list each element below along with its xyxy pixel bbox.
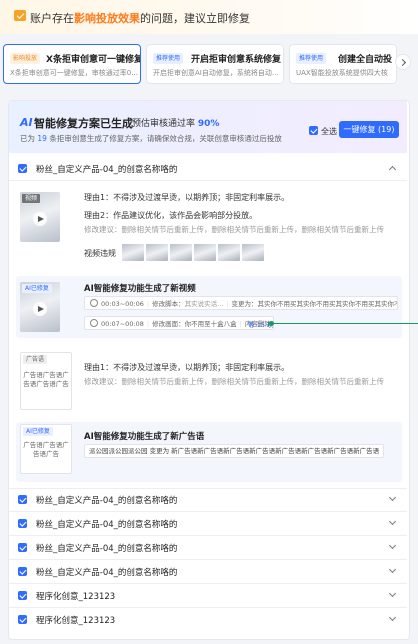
warning-check-icon: [14, 10, 26, 21]
card-desc: 开启拒审创意AI自动修复，系统将自动...: [153, 69, 279, 77]
section-title: 程序化创意_123123: [36, 592, 116, 602]
video-badge: 视频: [22, 194, 41, 203]
divider: [9, 180, 407, 181]
chevron-down-icon[interactable]: [388, 565, 397, 574]
card-one-click-fix[interactable]: 影响投放 X条拒审创意可一键修复 X条拒审创意可一键修复，审核通过率0...: [3, 44, 141, 84]
creative-section-header[interactable]: 粉丝_自定义产品-04_的创意名称咯的: [9, 488, 407, 510]
one-click-fix-button[interactable]: 一键修复 (19): [339, 121, 399, 138]
video-frame[interactable]: [146, 244, 168, 261]
video-frame[interactable]: [242, 244, 264, 261]
card-system-fix[interactable]: 推荐使用 开启拒审创意系统修复 开启拒审创意AI自动修复，系统将自动...: [146, 44, 284, 84]
card-tag: 推荐使用: [153, 53, 184, 64]
reason-2: 理由2：作品建议优化，该作品会影响部分投放。: [84, 211, 258, 220]
section-checkbox[interactable]: [18, 567, 27, 576]
section-title: 程序化创意_123123: [36, 616, 116, 626]
chevron-down-icon[interactable]: [388, 541, 397, 550]
section-title: 粉丝_自定义产品-04_的创意名称咯的: [36, 165, 178, 175]
play-icon[interactable]: [33, 302, 47, 316]
clock-icon: [90, 299, 98, 307]
creative-section-header[interactable]: 程序化创意_123123: [9, 608, 407, 630]
ai-copy-fix: AI智能修复功能生成了新广告语 派公园派公园派公园 变更为 新广告语新广告语新广…: [16, 422, 402, 482]
video-frame[interactable]: [194, 244, 216, 261]
card-tag: 影响投放: [10, 53, 41, 64]
chevron-down-icon[interactable]: [388, 517, 397, 526]
card-auto-launch[interactable]: 推荐使用 创建全自动投 UAX智能投放系统提供四大核: [289, 44, 397, 84]
select-all-checkbox[interactable]: [309, 126, 318, 135]
section-checkbox[interactable]: [18, 519, 27, 528]
ai-adcopy-thumbnail[interactable]: AI已修复 广告语广告语广告语广告: [20, 424, 72, 474]
select-all-label: 全选: [321, 127, 337, 136]
clock-icon: [90, 319, 98, 327]
banner-text: 账户存在影响投放效果的问题，建议立即修复: [30, 12, 250, 25]
card-tag: 推荐使用: [296, 53, 327, 64]
video-thumbnail[interactable]: 视频: [20, 192, 60, 242]
section-checkbox[interactable]: [18, 615, 27, 624]
creative-section-header[interactable]: 粉丝_自定义产品-04_的创意名称咯的: [9, 512, 407, 534]
chevron-down-icon[interactable]: [388, 493, 397, 502]
section-title: 粉丝_自定义产品-04_的创意名称咯的: [36, 544, 178, 554]
card-title: 创建全自动投: [338, 55, 393, 65]
creative-section-header[interactable]: 程序化创意_123123: [9, 584, 407, 606]
ai-logo-icon: AI: [20, 116, 33, 129]
card-title: X条拒审创意可一键修复: [46, 55, 141, 65]
reason-1: 理由1：不得涉及过渡早烫，以期养顶；非固定利率展示。: [84, 193, 290, 202]
card-title: 开启拒审创意系统修复: [191, 55, 282, 65]
reason-1: 理由1：不得涉及过渡早烫，以期养顶；非固定利率展示。: [84, 363, 290, 372]
adcopy-thumbnail[interactable]: 广告语 广告语广告语广告语广告语广告: [20, 352, 72, 410]
video-frame[interactable]: [218, 244, 240, 261]
chevron-down-icon[interactable]: [388, 613, 397, 622]
ai-video-heading: AI智能修复功能生成了新视频: [84, 284, 196, 294]
creative-section-header[interactable]: 粉丝_自定义产品-04_的创意名称咯的: [9, 536, 407, 558]
chevron-down-icon[interactable]: [388, 589, 397, 598]
chevron-right-icon[interactable]: [395, 54, 411, 70]
ai-video-fix: AI智能修复功能生成了新视频 00:03~00:06 | 修改脚本：其实说实话...…: [16, 276, 402, 338]
video-frame[interactable]: [170, 244, 192, 261]
annotation-line: [271, 323, 418, 324]
card-desc: X条拒审创意可一键修复，审核通过率0...: [10, 69, 138, 77]
suggestion: 修改建议：删除相关情节后重新上传，删除相关情节后重新上传，删除相关情节后重新上传: [84, 377, 384, 386]
recommendation-cards: 影响投放 X条拒审创意可一键修复 X条拒审创意可一键修复，审核通过率0... 推…: [0, 44, 418, 86]
annotation-dot: [269, 321, 274, 326]
ai-adcopy-thumb-text: 广告语广告语广告语广告: [23, 441, 69, 458]
section-checkbox[interactable]: [18, 164, 27, 173]
edit-row-scene: 00:07~00:08 | 修改画面：你不用至十盒八盒 | 内容删除: [84, 316, 274, 330]
ai-fixed-badge: AI已修复: [23, 427, 53, 436]
pass-rate: 预估审核通过率 90%: [132, 119, 220, 129]
section-checkbox[interactable]: [18, 591, 27, 600]
suggestion: 修改建议：删除相关情节后重新上传，删除相关情节后重新上传，删除相关情节后重新上传: [84, 225, 384, 234]
section-title: 粉丝_自定义产品-04_的创意名称咯的: [36, 520, 178, 530]
play-icon[interactable]: [33, 212, 47, 226]
section-checkbox[interactable]: [18, 543, 27, 552]
frames-label: 视频违规: [84, 249, 116, 258]
adcopy-badge: 广告语: [23, 355, 48, 364]
ai-fixed-badge: AI已修复: [22, 284, 52, 293]
ai-copy-heading: AI智能修复功能生成了新广告语: [84, 432, 205, 442]
creative-section-header[interactable]: 粉丝_自定义产品-04_的创意名称咯的: [9, 157, 407, 179]
ai-summary-title: 智能修复方案已生成: [34, 117, 133, 130]
creative-section-header[interactable]: 粉丝_自定义产品-04_的创意名称咯的: [9, 560, 407, 582]
section-checkbox[interactable]: [18, 495, 27, 504]
ai-summary-sub: 已为 19 条拒审创意生成了修复方案，请确保效合规，关联创意审核通过后投放: [20, 134, 282, 143]
video-frame[interactable]: [122, 244, 144, 261]
section-title: 粉丝_自定义产品-04_的创意名称咯的: [36, 496, 178, 506]
adcopy-thumb-text: 广告语广告语广告语广告语广告: [23, 371, 69, 388]
chevron-up-icon[interactable]: [388, 165, 397, 174]
new-adcopy-box: 派公园派公园派公园 变更为 新广告语新广告语新广告语新广告语新广告语新广告语新广…: [84, 444, 384, 458]
ai-video-thumbnail[interactable]: AI已修复: [20, 282, 60, 332]
section-title: 粉丝_自定义产品-04_的创意名称咯的: [36, 568, 178, 578]
edit-row-script: 00:03~00:06 | 修改脚本：其实说实话... | 变更为：其实你不用买其实你不…: [84, 296, 398, 310]
card-desc: UAX智能投放系统提供四大核: [296, 69, 388, 77]
